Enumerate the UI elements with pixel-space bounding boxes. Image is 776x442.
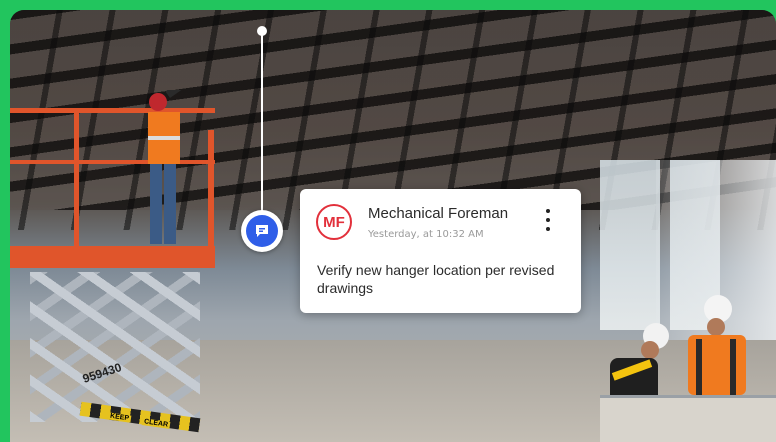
comment-card: MF Mechanical Foreman Yesterday, at 10:3… [300,189,581,313]
lift-scissor [30,272,200,422]
more-vertical-icon[interactable] [540,209,556,231]
comment-author: Mechanical Foreman [368,205,509,222]
comment-pin[interactable] [241,210,283,252]
worker-on-lift [148,90,192,244]
lift-post [208,130,214,250]
comment-message: Verify new hanger location per revised d… [317,262,555,296]
work-table [600,395,776,442]
comment-bubble-icon [246,215,278,247]
avatar: MF [316,204,352,240]
lift-post [74,108,79,248]
comment-timestamp: Yesterday, at 10:32 AM [368,229,484,240]
pin-leader-line [261,30,263,220]
window [600,160,660,330]
